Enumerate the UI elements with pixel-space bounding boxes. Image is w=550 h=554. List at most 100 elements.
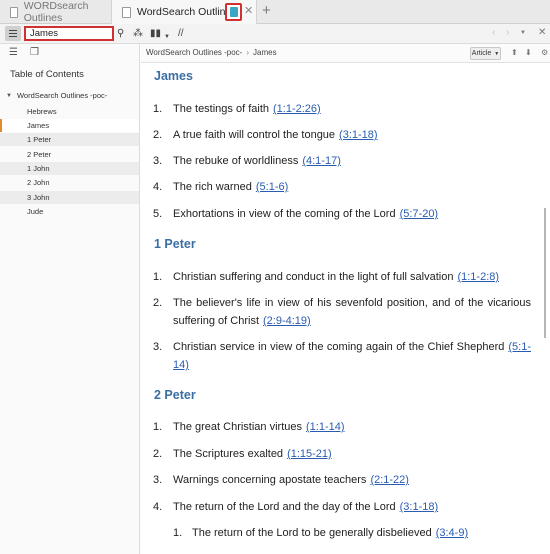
toc-heading: Table of Contents (10, 69, 84, 80)
item-number: 5. (153, 208, 163, 220)
sidebar-item-hebrews[interactable]: Hebrews (0, 105, 139, 118)
item-text: The Scriptures exalted (173, 448, 284, 460)
item-number: 1. (153, 421, 163, 433)
scripture-link[interactable]: (1:1-2:26) (273, 103, 321, 115)
scripture-link[interactable]: (1:1-2:8) (457, 271, 499, 283)
item-text: The rich warned (173, 181, 252, 193)
close-tab-button[interactable]: ✕ (244, 4, 253, 17)
scripture-link[interactable]: (3:4-9) (436, 527, 468, 539)
link-set-icon (229, 7, 238, 17)
list-item: 2. The believer's life in view of his se… (153, 294, 531, 330)
document-content: James 1. The testings of faith (1:1-2:26)… (141, 63, 550, 554)
list-item: 4. The rich warned (5:1-6) (153, 178, 531, 196)
sidebar-item-2-john[interactable]: 2 John (0, 176, 139, 189)
item-number: 1. (173, 527, 183, 539)
item-number: 4. (153, 501, 163, 513)
close-toolbar-icon[interactable]: ✕ (538, 27, 546, 38)
item-number: 2. (153, 448, 163, 460)
list-item: 1. The great Christian virtues (1:1-14) (153, 418, 531, 436)
hamburger-icon (9, 29, 17, 31)
item-text: Christian service in view of the coming … (173, 341, 505, 353)
scroll-up-icon[interactable]: ⬆ (511, 48, 518, 57)
scripture-link[interactable]: (3:1-18) (339, 129, 378, 141)
new-tab-button[interactable]: + (262, 2, 271, 19)
scripture-link[interactable]: (1:15-21) (287, 448, 332, 460)
visual-filter-icon[interactable]: ⁂ (133, 27, 143, 41)
list-item: 1. The testings of faith (1:1-2:26) (153, 100, 531, 118)
search-input[interactable] (24, 26, 114, 41)
view-mode-dropdown[interactable]: Article ▼ (470, 47, 501, 60)
list-item: 3. The rebuke of worldliness (4:1-17) (153, 152, 531, 170)
item-text: A true faith will control the tongue (173, 129, 336, 141)
item-text: The return of the Lord to be generally d… (192, 527, 432, 539)
scripture-link[interactable]: (5:1-6) (256, 181, 288, 193)
item-text: The rebuke of worldliness (173, 155, 299, 167)
list-item: 2. The Scriptures exalted (1:15-21) (153, 445, 531, 463)
sidebar-item-james[interactable]: James (0, 119, 139, 132)
item-text: Christian suffering and conduct in the l… (173, 271, 454, 283)
tab-bar: WORDsearch Outlines WordSearch Outlines … (0, 0, 550, 24)
scroll-down-icon[interactable]: ⬇ (525, 48, 532, 57)
view-mode-label: Article (471, 50, 492, 57)
breadcrumb-separator: › (246, 48, 250, 57)
list-item: 4. The return of the Lord and the day of… (153, 498, 531, 516)
scripture-link[interactable]: (4:1-17) (302, 155, 341, 167)
toc-root-label: WordSearch Outlines -poc- (16, 91, 108, 100)
list-item-nested: 1. The return of the Lord to be generall… (153, 524, 531, 542)
scrollbar-thumb[interactable] (544, 208, 546, 338)
sidebar-item-2-peter[interactable]: 2 Peter (0, 148, 139, 161)
list-item: 3. Warnings concerning apostate teachers… (153, 471, 531, 489)
item-number: 3. (153, 155, 163, 167)
scripture-link[interactable]: (2:1-22) (370, 474, 409, 486)
search-icon[interactable]: ⚲ (117, 27, 124, 41)
toc-root-node[interactable]: ▼ WordSearch Outlines -poc- (6, 91, 107, 100)
document-header: WordSearch Outlines -poc- › James Article ▼… (141, 44, 550, 63)
forward-arrow-icon[interactable]: › (506, 27, 509, 38)
item-number: 3. (153, 341, 163, 353)
list-item: 3. Christian service in view of the comi… (153, 338, 531, 374)
link-set-button[interactable] (225, 3, 242, 21)
back-arrow-icon[interactable]: ‹ (492, 27, 495, 38)
document-icon (10, 6, 18, 18)
item-number: 4. (153, 181, 163, 193)
item-number: 1. (153, 103, 163, 115)
toc-list-icon[interactable]: ☰ (9, 47, 18, 58)
item-number: 2. (153, 129, 163, 141)
tab-wordsearch-outlines[interactable]: WORDsearch Outlines (0, 0, 112, 24)
item-text: The great Christian virtues (173, 421, 302, 433)
section-heading: 2 Peter (154, 388, 196, 402)
scripture-link[interactable]: (3:1-18) (400, 501, 439, 513)
toolbar: ⚲ ⁂ ▮▮ ▼ // ‹ › ▼ ✕ (0, 24, 550, 44)
history-dropdown-icon[interactable]: ▼ (520, 30, 526, 36)
item-number: 1. (153, 271, 163, 283)
item-text: The return of the Lord and the day of th… (173, 501, 396, 513)
settings-gear-icon[interactable]: ⚙ (541, 48, 548, 57)
sidebar-item-3-john[interactable]: 3 John (0, 191, 139, 204)
scripture-link[interactable]: (1:1-14) (306, 421, 345, 433)
list-item: 2. A true faith will control the tongue(… (153, 126, 531, 144)
chevron-down-icon: ▼ (494, 50, 500, 57)
breadcrumb: WordSearch Outlines -poc- › James (146, 48, 277, 57)
parallel-resources-icon[interactable]: ▮▮ (150, 27, 161, 41)
sidebar-item-jude[interactable]: Jude (0, 205, 139, 218)
item-text: Exhortations in view of the coming of th… (173, 208, 396, 220)
tab-title: WORDsearch Outlines (23, 0, 89, 24)
item-text: The testings of faith (173, 103, 269, 115)
copy-icon[interactable]: ❐ (30, 47, 39, 58)
expand-caret-icon[interactable]: ▼ (6, 93, 12, 99)
section-heading: 1 Peter (154, 237, 196, 251)
extra-toolbar-label[interactable]: // (178, 27, 184, 41)
scripture-link[interactable]: (2:9-4:19) (263, 315, 311, 327)
item-number: 2. (153, 297, 163, 309)
document-icon (122, 6, 131, 18)
item-number: 3. (153, 474, 163, 486)
sidebar-item-1-john[interactable]: 1 John (0, 162, 139, 175)
list-item: 1. Christian suffering and conduct in th… (153, 268, 531, 286)
chevron-down-icon[interactable]: ▼ (164, 30, 170, 44)
section-heading: James (154, 69, 193, 83)
breadcrumb-root[interactable]: WordSearch Outlines -poc- (146, 48, 242, 57)
menu-button[interactable] (5, 26, 21, 41)
sidebar-item-1-peter[interactable]: 1 Peter (0, 133, 139, 146)
scripture-link[interactable]: (5:7-20) (400, 208, 439, 220)
breadcrumb-current[interactable]: James (253, 48, 277, 57)
